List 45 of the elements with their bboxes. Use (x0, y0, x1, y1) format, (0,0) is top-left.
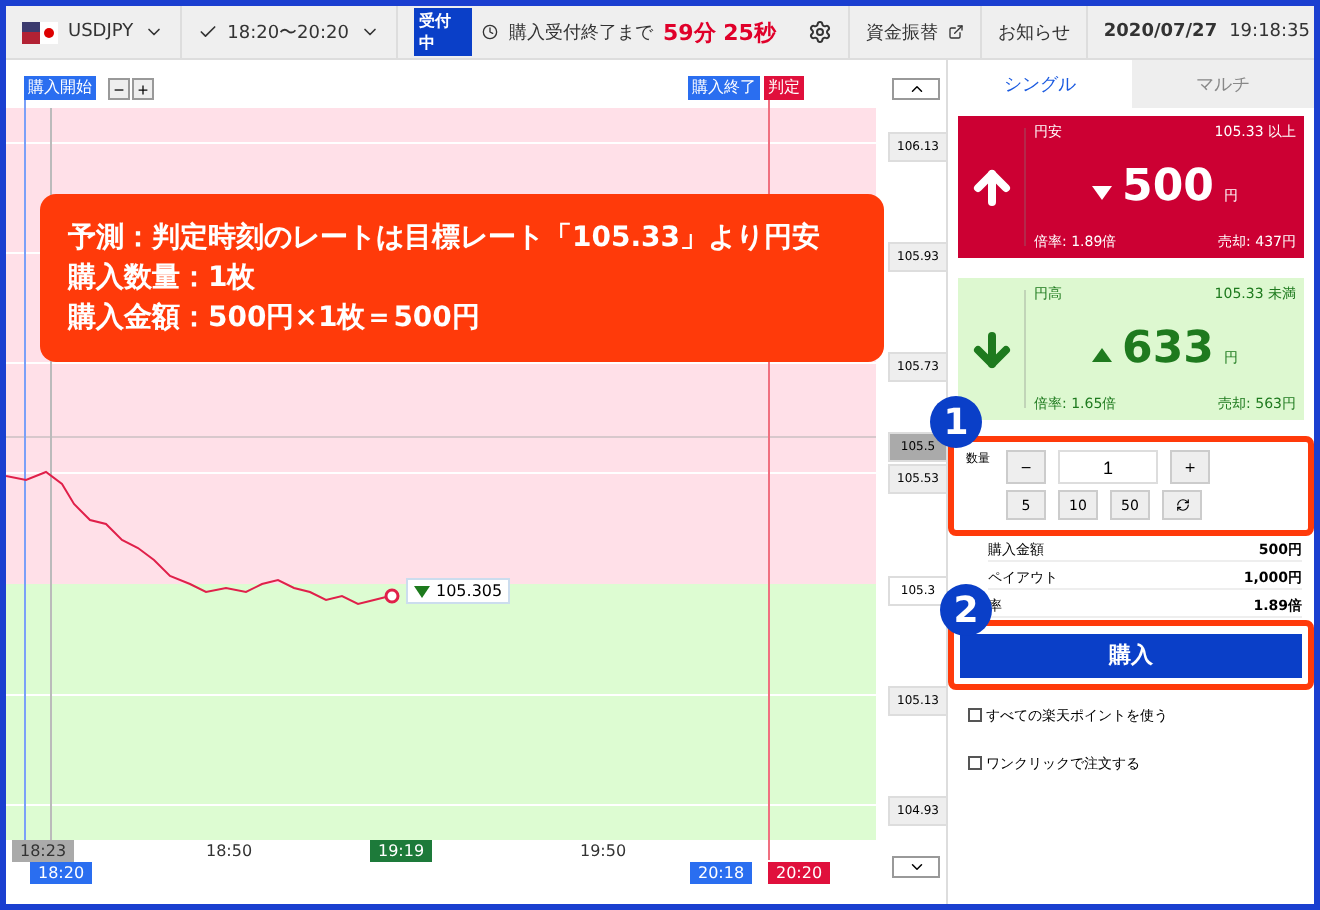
clock-time: 19:18:35 (1229, 22, 1310, 42)
time-label: 18:50 (204, 840, 255, 862)
external-link-icon (947, 24, 964, 40)
zoom-in-button[interactable]: + (132, 78, 154, 100)
option-price: 500 (1122, 162, 1214, 212)
callout-text: 購入金額：500円×1枚＝500円 (68, 300, 482, 338)
callout-text: 予測：判定時刻のレートは目標レート「105.33」より円安 (68, 219, 823, 258)
date: 2020/07/27 (1103, 22, 1218, 42)
countdown: 59分 25秒 (662, 17, 776, 47)
chevron-up-icon (907, 80, 925, 98)
reset-button[interactable] (1162, 490, 1202, 520)
checkbox[interactable] (968, 756, 982, 770)
scroll-up-button[interactable] (892, 78, 940, 100)
time-label: 19:19 (370, 840, 433, 862)
check-icon (197, 22, 218, 42)
time-label: 18:20 (30, 862, 93, 884)
flag-icon (22, 21, 58, 43)
callout-text: 購入数量：1枚 (68, 260, 258, 298)
buy-button[interactable]: 購入 (960, 633, 1302, 677)
time-label: 20:18 (690, 862, 753, 884)
price-tooltip: 105.305 (406, 578, 511, 604)
status-badge: 受付中 (413, 8, 473, 56)
clock-icon (482, 24, 499, 40)
quantity-field[interactable]: 1 (1058, 450, 1158, 484)
zoom-out-button[interactable]: − (108, 78, 130, 100)
news-link[interactable]: お知らせ (997, 19, 1070, 45)
time-label: 18:23 (12, 840, 75, 862)
down-triangle-icon (414, 585, 430, 597)
settings-icon[interactable] (807, 20, 832, 44)
currency-pair[interactable]: USDJPY (68, 22, 134, 42)
marker-tag: 購入開始 (24, 76, 96, 100)
chevron-down-icon (907, 858, 925, 876)
down-triangle-icon (1092, 186, 1113, 200)
transfer-link[interactable]: 資金振替 (865, 19, 938, 45)
refresh-icon (1175, 498, 1189, 512)
up-triangle-icon (1092, 348, 1113, 362)
time-label: 20:20 (768, 862, 831, 884)
marker-tag: 購入終了 (688, 76, 760, 100)
countdown-label: 購入受付終了まで (508, 21, 653, 45)
checkbox[interactable] (968, 708, 982, 722)
session-time[interactable]: 18:20〜20:20 (227, 19, 349, 45)
option-price: 633 (1122, 324, 1214, 374)
marker-tag: 判定 (764, 76, 804, 100)
time-label: 19:50 (578, 840, 629, 862)
scroll-down-button[interactable] (892, 856, 940, 878)
